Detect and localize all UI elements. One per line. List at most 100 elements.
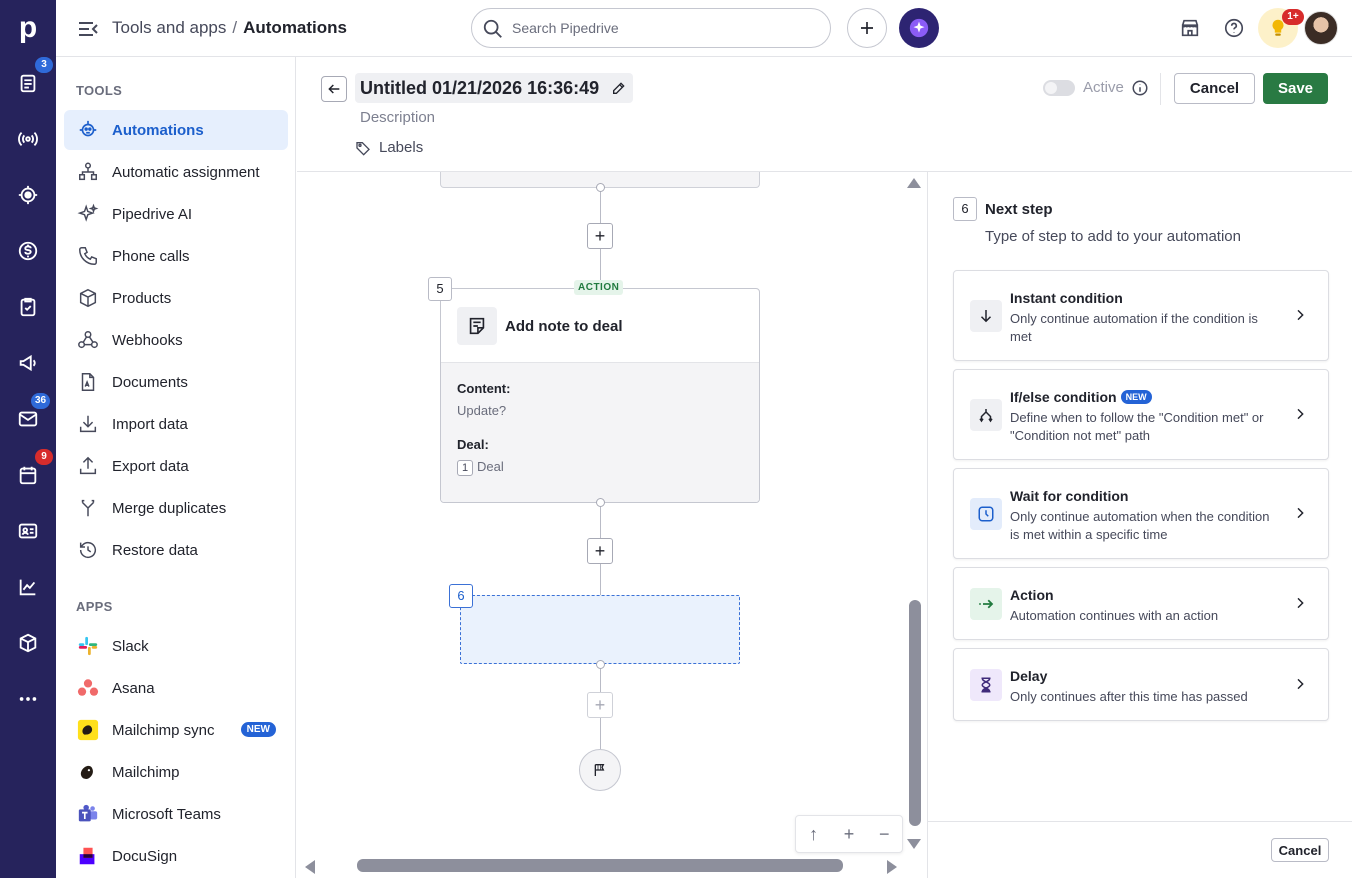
dollar-nav-icon[interactable] <box>12 235 44 267</box>
pipedrive-logo[interactable]: p <box>12 10 44 46</box>
add-step-button[interactable]: + <box>587 538 613 564</box>
menu-collapse-icon[interactable] <box>76 17 100 41</box>
option-action[interactable]: Action Automation continues with an acti… <box>953 567 1329 640</box>
panel-title: Next step <box>985 201 1053 218</box>
new-badge: NEW <box>1120 390 1152 404</box>
vertical-scrollbar[interactable] <box>909 600 921 826</box>
cancel-button[interactable]: Cancel <box>1174 73 1255 104</box>
workflow-canvas[interactable]: + Add note to deal Content: Update? Deal… <box>297 172 927 878</box>
connector-dot <box>596 660 605 669</box>
plus-icon <box>861 22 873 34</box>
zoom-controls: ↑ + − <box>795 815 903 853</box>
next-step-panel: 6 Next step Type of step to add to your … <box>927 172 1352 878</box>
option-wait-for-condition[interactable]: Wait for condition Only continue automat… <box>953 468 1329 559</box>
scroll-down-arrow[interactable] <box>907 839 921 849</box>
option-description: Only continue automation when the condit… <box>1010 509 1270 542</box>
sidebar-item-label: Slack <box>112 637 149 655</box>
sidebar-item-export-data[interactable]: Export data <box>64 446 288 486</box>
quick-add-button[interactable] <box>847 8 887 48</box>
sidebar-item-webhooks[interactable]: Webhooks <box>64 320 288 360</box>
note-icon <box>457 307 497 345</box>
sidebar-item-merge-duplicates[interactable]: Merge duplicates <box>64 488 288 528</box>
scroll-right-arrow[interactable] <box>887 860 897 874</box>
sidebar-item-mailchimp[interactable]: Mailchimp <box>64 752 288 792</box>
box-icon <box>76 286 100 310</box>
marketplace-icon[interactable] <box>1177 15 1203 41</box>
panel-footer-divider <box>928 821 1352 822</box>
sidebar-item-asana[interactable]: Asana <box>64 668 288 708</box>
add-step-button[interactable]: + <box>587 223 613 249</box>
sidebar-item-pipedrive-ai[interactable]: Pipedrive AI <box>64 194 288 234</box>
option-description: Define when to follow the "Condition met… <box>1010 410 1264 443</box>
breadcrumb-parent[interactable]: Tools and apps <box>112 18 226 37</box>
sidebar-item-documents[interactable]: Documents <box>64 362 288 402</box>
sidebar-item-restore-data[interactable]: Restore data <box>64 530 288 570</box>
option-title: Action <box>1010 587 1054 603</box>
search-box[interactable] <box>471 8 831 48</box>
insights-nav-icon[interactable] <box>12 571 44 603</box>
sidebar-item-slack[interactable]: Slack <box>64 626 288 666</box>
sidebar-item-automations[interactable]: Automations <box>64 110 288 150</box>
activities-nav-icon[interactable] <box>12 291 44 323</box>
chevron-right-icon <box>1297 597 1304 609</box>
description-field[interactable]: Description <box>360 109 435 126</box>
connector-line <box>600 718 601 749</box>
option-delay[interactable]: Delay Only continues after this time has… <box>953 648 1329 721</box>
horizontal-scrollbar[interactable] <box>357 859 843 872</box>
back-button[interactable] <box>321 76 347 102</box>
labels-button[interactable]: Labels <box>355 139 423 156</box>
apps-heading: APPS <box>76 599 113 614</box>
help-icon[interactable] <box>1221 15 1247 41</box>
new-step-placeholder[interactable] <box>460 595 740 664</box>
panel-step-number: 6 <box>953 197 977 221</box>
more-nav-icon[interactable] <box>12 683 44 715</box>
add-step-button-disabled[interactable]: + <box>587 692 613 718</box>
sidebar-item-phone-calls[interactable]: Phone calls <box>64 236 288 276</box>
pencil-icon[interactable] <box>611 80 627 96</box>
products-nav-icon[interactable] <box>12 627 44 659</box>
action-arrow-icon <box>970 588 1002 620</box>
option-if-else-condition[interactable]: If/else condition NEW Define when to foll… <box>953 369 1329 460</box>
sidebar-item-docusign[interactable]: DocuSign <box>64 836 288 876</box>
panel-cancel-button[interactable]: Cancel <box>1271 838 1329 862</box>
top-bar: Tools and apps / Automations 1+ <box>56 0 1352 57</box>
sidebar-item-mailchimp-sync[interactable]: Mailchimp sync NEW <box>64 710 288 750</box>
sidebar-item-products[interactable]: Products <box>64 278 288 318</box>
mailchimp-icon <box>76 760 100 784</box>
zoom-out-button[interactable]: − <box>872 822 896 846</box>
target-nav-icon[interactable] <box>12 179 44 211</box>
save-button[interactable]: Save <box>1263 73 1328 104</box>
sidebar-item-microsoft-teams[interactable]: Microsoft Teams <box>64 794 288 834</box>
connector-line <box>600 564 601 595</box>
ai-assistant-button[interactable] <box>899 8 939 48</box>
sidebar-item-automatic-assignment[interactable]: Automatic assignment <box>64 152 288 192</box>
active-toggle[interactable] <box>1043 80 1075 96</box>
user-avatar[interactable] <box>1304 11 1338 45</box>
option-instant-condition[interactable]: Instant condition Only continue automati… <box>953 270 1329 361</box>
option-title: Instant condition <box>1010 290 1123 306</box>
sparkle-icon <box>76 202 100 226</box>
sidebar-item-label: Automations <box>112 121 204 139</box>
leads-nav-icon[interactable] <box>12 123 44 155</box>
contacts-nav-icon[interactable] <box>12 515 44 547</box>
scroll-top-button[interactable]: ↑ <box>802 822 826 846</box>
nav-rail: p 3 36 9 <box>0 0 56 878</box>
campaigns-nav-icon[interactable] <box>12 347 44 379</box>
automation-header: Untitled 01/21/2026 16:36:49 Description… <box>297 57 1352 172</box>
step-card-add-note[interactable]: Add note to deal Content: Update? Deal: … <box>440 288 760 503</box>
scroll-left-arrow[interactable] <box>305 860 315 874</box>
sidebar-item-import-data[interactable]: Import data <box>64 404 288 444</box>
search-input[interactable] <box>512 17 812 39</box>
info-icon[interactable] <box>1131 79 1149 97</box>
zoom-in-button[interactable]: + <box>837 822 861 846</box>
automation-title[interactable]: Untitled 01/21/2026 16:36:49 <box>355 73 634 103</box>
option-title: If/else condition NEW <box>1010 389 1152 405</box>
webhook-icon <box>76 328 100 352</box>
breadcrumb-separator: / <box>232 18 238 37</box>
option-title: Wait for condition <box>1010 488 1129 504</box>
connector-dot <box>596 498 605 507</box>
option-description: Automation continues with an action <box>1010 608 1219 623</box>
slack-icon <box>76 634 100 658</box>
scroll-up-arrow[interactable] <box>907 178 921 188</box>
chevron-right-icon <box>1297 309 1304 321</box>
